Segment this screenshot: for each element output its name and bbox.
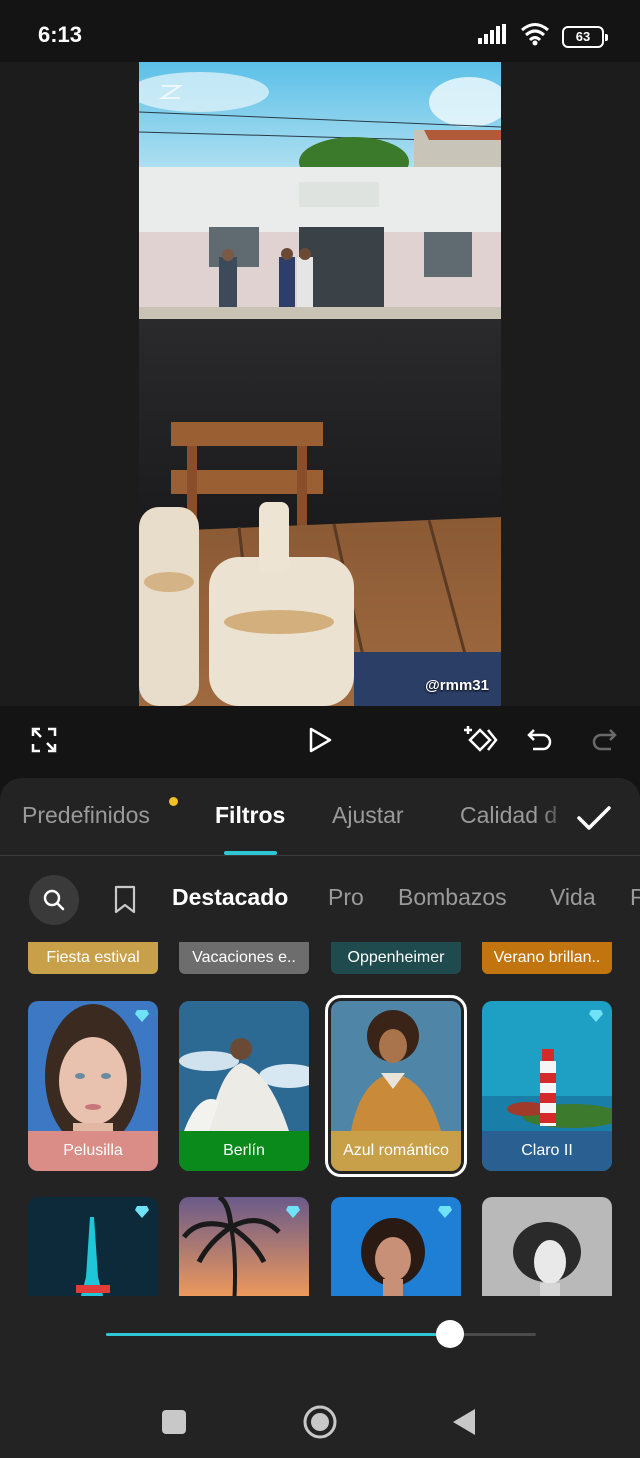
redo-icon[interactable] — [580, 716, 628, 764]
preview-area: @rmm31 — [0, 62, 640, 706]
filter-label: Azul romántico — [331, 1131, 461, 1171]
battery-level: 63 — [575, 29, 591, 44]
slider-thumb[interactable] — [436, 1320, 464, 1348]
filter-card-claro-ii[interactable]: Claro II — [482, 1001, 612, 1171]
filter-label: Berlín — [179, 1131, 309, 1171]
recents-square-icon[interactable] — [152, 1400, 196, 1444]
fullscreen-icon[interactable] — [20, 716, 68, 764]
watermark-handle: @rmm31 — [425, 677, 489, 694]
main-tabs: Predefinidos Filtros Ajustar Calidad d — [0, 778, 640, 856]
undo-icon[interactable] — [516, 716, 564, 764]
player-controls — [0, 706, 640, 778]
category-row — [0, 856, 640, 942]
category-pro[interactable]: Pro — [328, 884, 364, 911]
filter-label: Pelusilla — [28, 1131, 158, 1171]
video-preview[interactable]: @rmm31 — [139, 62, 501, 706]
pro-diamond-icon — [134, 1205, 150, 1224]
category-destacado[interactable]: Destacado — [172, 884, 288, 911]
slider-fill — [106, 1333, 450, 1336]
active-tab-indicator — [224, 851, 277, 855]
video-frame-image — [139, 62, 501, 706]
filter-card-pelusilla[interactable]: Pelusilla — [28, 1001, 158, 1171]
home-circle-icon[interactable] — [298, 1400, 342, 1444]
pro-diamond-icon — [134, 1009, 150, 1028]
category-vida[interactable]: Vida — [550, 884, 596, 911]
search-icon[interactable] — [29, 875, 79, 925]
system-nav-bar — [0, 1390, 640, 1458]
new-indicator-dot — [169, 797, 178, 806]
play-icon[interactable] — [296, 716, 344, 764]
keyframe-icon[interactable] — [456, 716, 504, 764]
tab-filtros[interactable]: Filtros — [215, 802, 285, 829]
wifi-icon — [520, 22, 550, 51]
filter-label: Claro II — [482, 1131, 612, 1171]
back-triangle-icon[interactable] — [442, 1400, 486, 1444]
capcut-logo-icon — [158, 82, 184, 107]
pro-diamond-icon — [285, 1205, 301, 1224]
filter-chip-vacaciones[interactable]: Vacaciones e.. — [179, 942, 309, 974]
status-time: 6:13 — [38, 22, 83, 47]
filter-card-azul-romantico[interactable]: Azul romántico — [325, 995, 467, 1177]
filter-chip-verano-brillante[interactable]: Verano brillan.. — [482, 942, 612, 974]
category-bombazos[interactable]: Bombazos — [398, 884, 507, 911]
tab-ajustar[interactable]: Ajustar — [332, 802, 404, 829]
signal-icon — [478, 24, 508, 49]
category-next[interactable]: F — [630, 884, 640, 911]
tab-predefinidos[interactable]: Predefinidos — [22, 802, 150, 829]
bookmark-icon[interactable] — [108, 882, 142, 918]
pro-diamond-icon — [437, 1205, 453, 1224]
intensity-slider-area — [0, 1296, 640, 1390]
filter-chip-fiesta-estival[interactable]: Fiesta estival — [28, 942, 158, 974]
filter-chip-oppenheimer[interactable]: Oppenheimer — [331, 942, 461, 974]
status-bar: 6:13 63 — [0, 0, 640, 62]
filter-card-berlin[interactable]: Berlín — [179, 1001, 309, 1171]
pro-diamond-icon — [588, 1009, 604, 1028]
intensity-slider[interactable] — [106, 1320, 536, 1348]
status-icons: 63 — [478, 22, 608, 51]
confirm-check-icon[interactable] — [572, 796, 616, 840]
battery-icon: 63 — [562, 25, 608, 48]
